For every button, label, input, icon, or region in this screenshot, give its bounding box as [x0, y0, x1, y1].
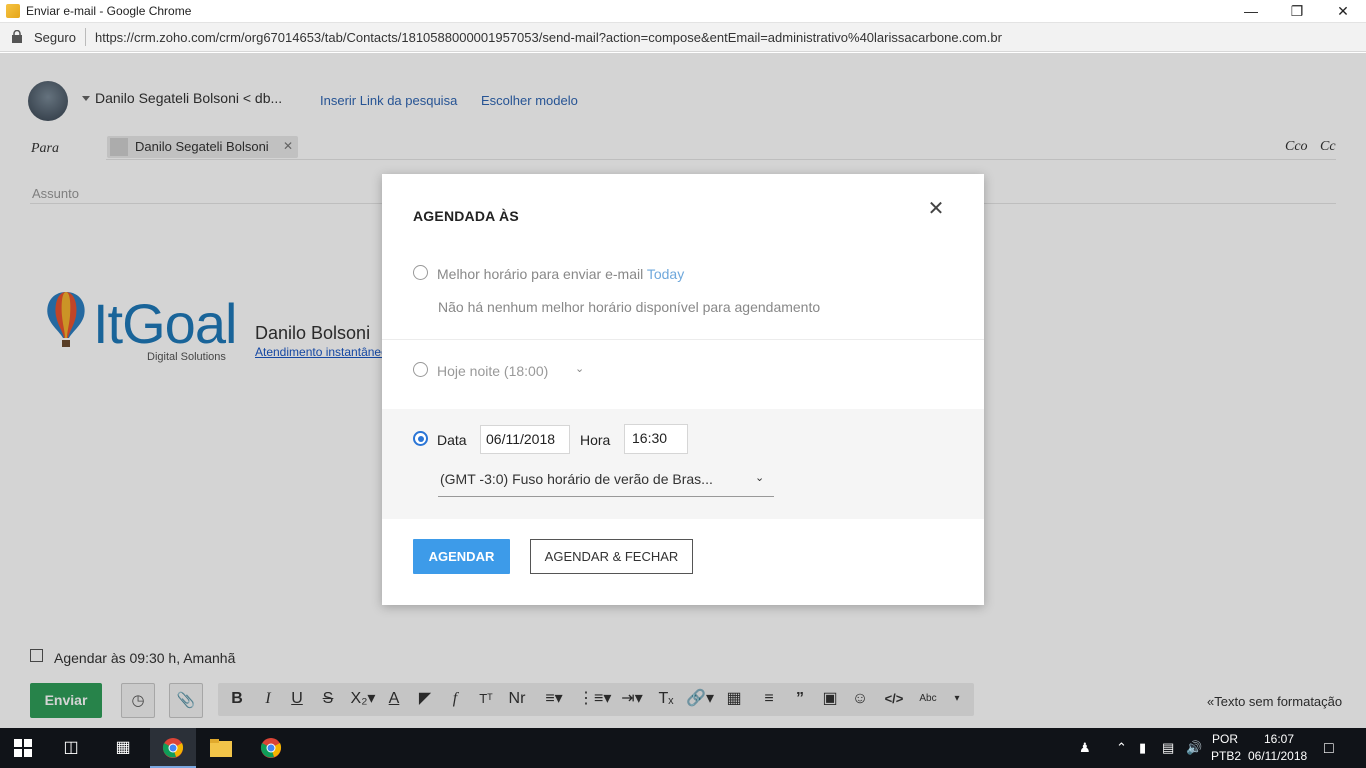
radio-best-time[interactable]: [413, 265, 428, 280]
time-input[interactable]: 16:30: [624, 424, 688, 454]
option-tonight-label: Hoje noite (18:00): [437, 363, 549, 379]
file-explorer-icon[interactable]: [198, 728, 244, 768]
schedule-close-button[interactable]: AGENDAR & FECHAR: [530, 539, 693, 574]
network-icon[interactable]: ▤: [1162, 740, 1174, 756]
today-link[interactable]: Today: [647, 266, 684, 282]
date-label: Data: [437, 432, 467, 448]
address-bar[interactable]: Seguro https://crm.zoho.com/crm/org67014…: [0, 23, 1366, 52]
window-titlebar: Enviar e-mail - Google Chrome — ❐ ✕: [0, 0, 1366, 23]
schedule-dialog: AGENDADA ÀS ✕ Melhor horário para enviar…: [382, 174, 984, 605]
date-input[interactable]: 06/11/2018: [480, 425, 570, 454]
option-best-time: Melhor horário para enviar e-mail Today: [437, 266, 684, 282]
notifications-icon[interactable]: □: [1324, 740, 1334, 758]
show-hidden-icons-icon[interactable]: ⌃: [1116, 740, 1127, 756]
dialog-title: AGENDADA ÀS: [413, 208, 519, 224]
radio-tonight[interactable]: [413, 362, 428, 377]
lock-icon: [12, 30, 22, 43]
calculator-icon[interactable]: ▦: [100, 728, 146, 768]
battery-icon[interactable]: ▮: [1139, 740, 1146, 756]
option-best-time-label: Melhor horário para enviar e-mail: [437, 266, 644, 282]
url-text[interactable]: https://crm.zoho.com/crm/org67014653/tab…: [95, 30, 1002, 45]
option-best-time-note: Não há nenhum melhor horário disponível …: [438, 299, 821, 315]
volume-icon[interactable]: 🔊: [1186, 740, 1202, 756]
close-icon[interactable]: ✕: [927, 199, 945, 219]
input-language[interactable]: POR: [1212, 732, 1238, 746]
radio-date[interactable]: [413, 431, 428, 446]
close-window-icon[interactable]: ✕: [1320, 0, 1366, 23]
time-label: Hora: [580, 432, 611, 448]
minimize-icon[interactable]: —: [1228, 0, 1274, 23]
divider: [382, 339, 984, 340]
restore-icon[interactable]: ❐: [1274, 0, 1320, 23]
clock-time[interactable]: 16:07: [1264, 732, 1294, 746]
window-title: Enviar e-mail - Google Chrome: [26, 4, 192, 18]
app-icon: [6, 4, 20, 18]
timezone-underline: [438, 496, 774, 497]
clock-date[interactable]: 06/11/2018: [1248, 749, 1307, 763]
chrome-second-taskbar-icon[interactable]: [248, 728, 294, 768]
secure-label: Seguro: [34, 30, 76, 45]
chevron-down-icon[interactable]: ⌄: [575, 362, 584, 375]
windows-start-icon[interactable]: [0, 728, 46, 768]
people-icon[interactable]: ♟: [1079, 740, 1091, 756]
task-view-icon[interactable]: ◫: [48, 728, 94, 768]
timezone-chevron-down-icon[interactable]: ⌄: [755, 471, 764, 484]
chrome-taskbar-icon[interactable]: [150, 728, 196, 768]
schedule-button[interactable]: AGENDAR: [413, 539, 510, 574]
timezone-select[interactable]: (GMT -3:0) Fuso horário de verão de Bras…: [440, 471, 713, 487]
address-divider: [85, 28, 86, 46]
keyboard-layout[interactable]: PTB2: [1211, 749, 1241, 763]
